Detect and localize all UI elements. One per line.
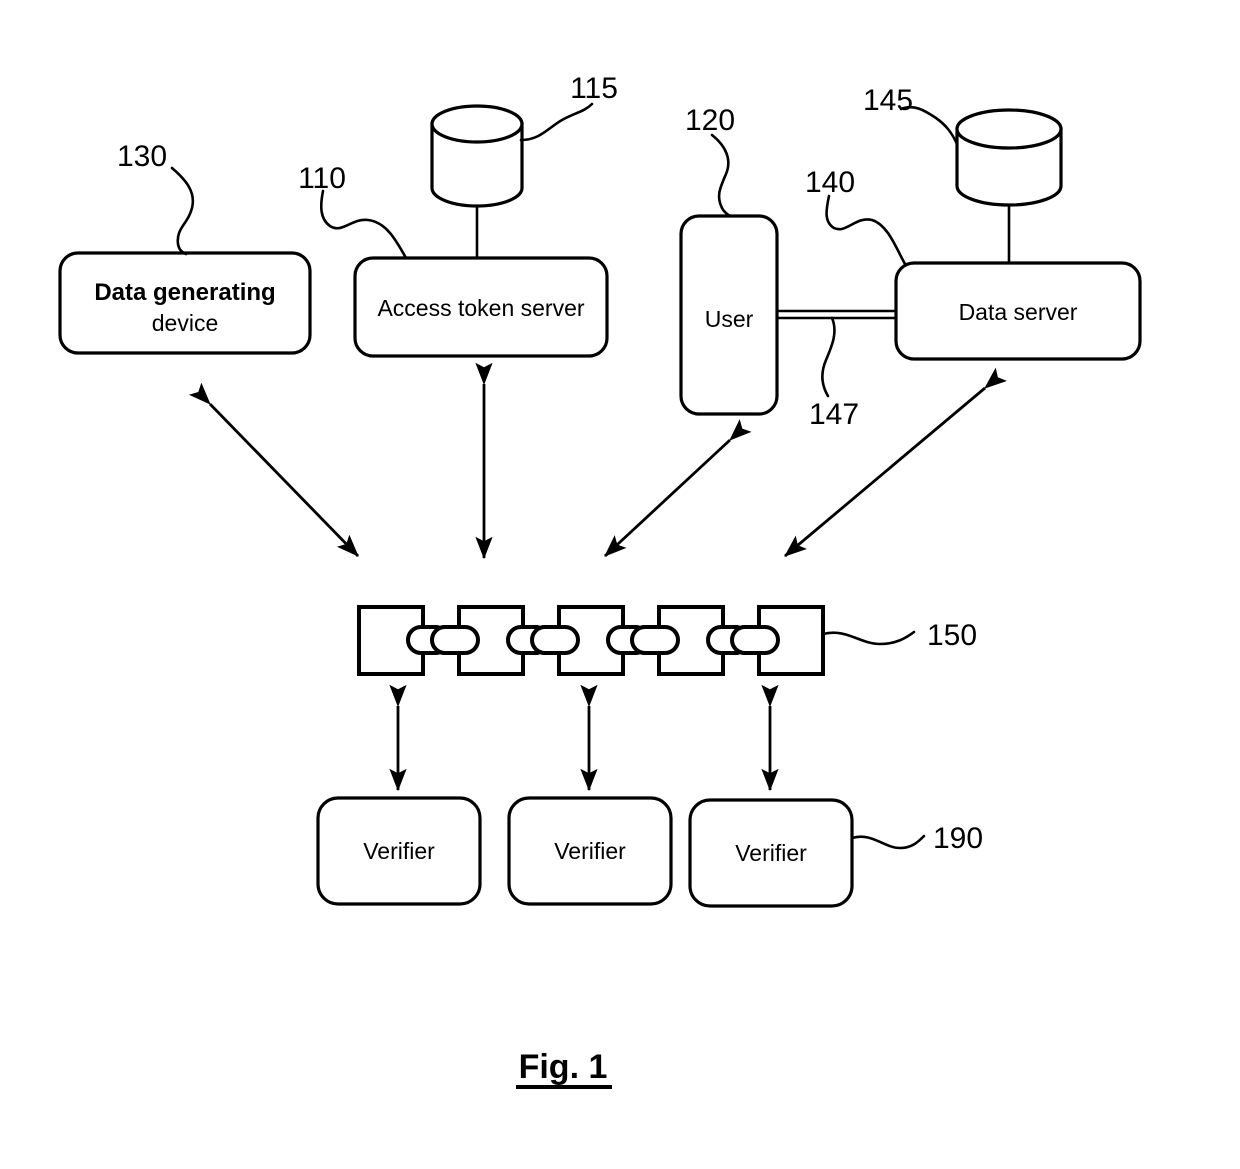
data-server-label: Data server [959, 299, 1078, 325]
leader-line-150 [821, 630, 916, 646]
data-server-database[interactable] [955, 108, 1063, 263]
database-cylinder-top-145 [955, 108, 1063, 150]
chain-link-4b-overlap [730, 625, 780, 655]
reference-number-115: 115 [570, 72, 618, 105]
node-verifier-1[interactable]: Verifier [316, 796, 482, 906]
data-generating-device-label-line2: device [152, 310, 218, 336]
node-user[interactable]: User [679, 214, 779, 416]
reference-number-190: 190 [933, 822, 983, 855]
node-data-generating-device[interactable]: Data generating device [58, 251, 312, 355]
reference-115: 115 [519, 72, 618, 142]
reference-120: 120 [685, 104, 735, 218]
reference-190: 190 [850, 822, 983, 855]
verifier-1-label: Verifier [363, 838, 435, 864]
leader-line-140 [825, 194, 907, 266]
chain-link-2b-overlap [530, 625, 580, 655]
leader-line-190 [850, 834, 926, 850]
access-token-server-label: Access token server [377, 295, 584, 321]
arrow-data-generating-device-to-blockchain [188, 382, 360, 557]
reference-number-120: 120 [685, 104, 735, 137]
chain-link-3b-overlap [630, 625, 680, 655]
reference-110: 110 [298, 162, 408, 260]
data-generating-device-label-line1: Data generating [94, 279, 275, 306]
reference-150: 150 [821, 619, 977, 652]
reference-number-130: 130 [117, 140, 167, 173]
reference-number-145: 145 [863, 84, 913, 117]
reference-147: 147 [809, 316, 859, 431]
arrow-line-130-150 [188, 382, 360, 557]
figure-caption-text: Fig. 1 [519, 1048, 608, 1086]
patent-diagram: Data generating device 130 Access token … [58, 72, 1142, 1089]
node-verifier-2[interactable]: Verifier [507, 796, 673, 906]
chain-link-1b-overlap [430, 625, 480, 655]
leader-line-115 [519, 102, 594, 142]
node-verifier-3[interactable]: Verifier [688, 798, 854, 908]
verifier-3-label: Verifier [735, 840, 807, 866]
database-cylinder-top-115 [430, 104, 524, 144]
reference-140: 140 [805, 166, 907, 266]
user-data-server-link [777, 309, 896, 320]
figure-caption: Fig. 1 [516, 1048, 612, 1089]
leader-line-147 [821, 316, 836, 398]
reference-number-147: 147 [809, 398, 859, 431]
blockchain-chain[interactable] [357, 605, 825, 676]
reference-145: 145 [863, 84, 959, 146]
node-access-token-server[interactable]: Access token server [353, 256, 609, 358]
leader-line-130 [170, 166, 195, 256]
arrow-line-120-150 [604, 419, 752, 558]
node-data-server[interactable]: Data server [894, 261, 1142, 361]
arrow-user-to-blockchain [604, 419, 752, 558]
access-token-database[interactable] [430, 104, 524, 258]
user-label: User [705, 306, 754, 332]
reference-number-140: 140 [805, 166, 855, 199]
leader-line-120 [710, 133, 732, 218]
leader-line-110 [319, 189, 408, 260]
verifier-2-label: Verifier [554, 838, 626, 864]
reference-130: 130 [117, 140, 195, 256]
reference-number-110: 110 [298, 162, 346, 195]
reference-number-150: 150 [927, 619, 977, 652]
patent-figure-page: Data generating device 130 Access token … [0, 0, 1240, 1169]
